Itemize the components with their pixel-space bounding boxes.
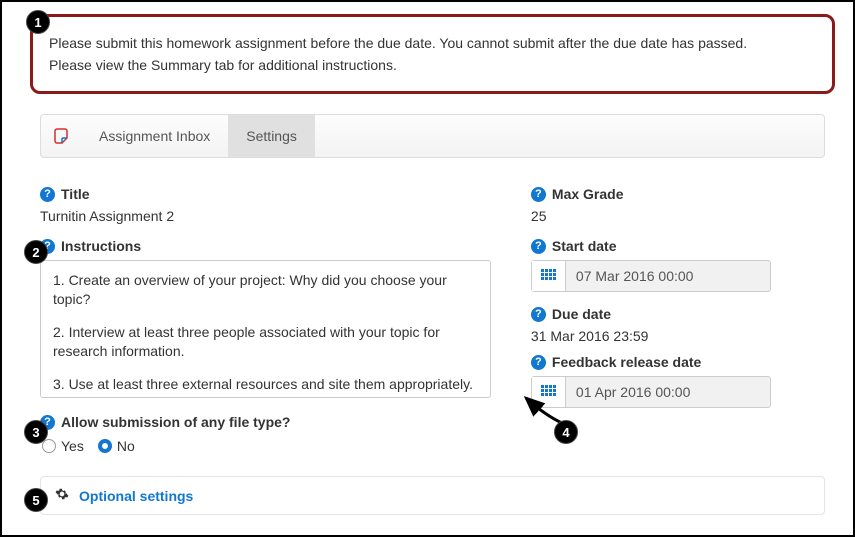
radio-label-no: No	[117, 438, 135, 454]
instructions-label-text: Instructions	[61, 238, 141, 254]
help-icon[interactable]: ?	[531, 355, 546, 370]
tab-assignment-inbox[interactable]: Assignment Inbox	[81, 115, 228, 157]
help-icon[interactable]: ?	[40, 187, 55, 202]
title-label: ? Title	[40, 186, 491, 202]
gear-icon	[55, 487, 69, 504]
instruction-item-1: 1. Create an overview of your project: W…	[53, 271, 478, 309]
instructor-message-line-2: Please view the Summary tab for addition…	[49, 57, 816, 73]
turnitin-logo-icon	[41, 126, 81, 146]
allow-any-file-label-text: Allow submission of any file type?	[61, 414, 290, 430]
optional-settings-bar[interactable]: Optional settings	[40, 476, 825, 515]
due-date-value: 31 Mar 2016 23:59	[531, 328, 825, 344]
due-date-label-text: Due date	[552, 306, 611, 322]
annotation-badge-4: 4	[554, 420, 578, 444]
optional-settings-link[interactable]: Optional settings	[79, 488, 193, 504]
radio-option-yes[interactable]: Yes	[42, 438, 84, 454]
annotation-badge-5: 5	[24, 488, 48, 512]
instructor-message-box: Please submit this homework assignment b…	[30, 14, 835, 94]
max-grade-label: ? Max Grade	[531, 186, 825, 202]
radio-icon	[42, 439, 56, 453]
radio-option-no[interactable]: No	[98, 438, 135, 454]
tab-settings[interactable]: Settings	[228, 115, 315, 157]
instruction-item-3: 3. Use at least three external resources…	[53, 375, 478, 394]
tabs-bar: Assignment Inbox Settings	[40, 114, 825, 158]
calendar-icon[interactable]	[532, 261, 566, 291]
start-date-label: ? Start date	[531, 238, 825, 254]
allow-any-file-radio-group: Yes No	[42, 438, 491, 454]
annotation-badge-2: 2	[24, 240, 48, 264]
start-date-value: 07 Mar 2016 00:00	[566, 268, 770, 284]
instruction-item-2: 2. Interview at least three people assoc…	[53, 323, 478, 361]
annotation-badge-1: 1	[26, 10, 50, 34]
start-date-input[interactable]: 07 Mar 2016 00:00	[531, 260, 771, 292]
due-date-label: ? Due date	[531, 306, 825, 322]
annotation-badge-3: 3	[24, 420, 48, 444]
instructor-message-line-1: Please submit this homework assignment b…	[49, 35, 816, 51]
allow-any-file-label: ? Allow submission of any file type?	[40, 414, 491, 430]
title-value: Turnitin Assignment 2	[40, 208, 491, 224]
title-label-text: Title	[61, 186, 90, 202]
instructions-label: ? Instructions	[40, 238, 491, 254]
radio-icon	[98, 439, 112, 453]
radio-label-yes: Yes	[61, 438, 84, 454]
feedback-date-value: 01 Apr 2016 00:00	[566, 384, 770, 400]
max-grade-value: 25	[531, 208, 825, 224]
help-icon[interactable]: ?	[531, 239, 546, 254]
help-icon[interactable]: ?	[531, 307, 546, 322]
feedback-date-label: ? Feedback release date	[531, 354, 825, 370]
instructions-textarea[interactable]: 1. Create an overview of your project: W…	[40, 260, 491, 398]
start-date-label-text: Start date	[552, 238, 617, 254]
max-grade-label-text: Max Grade	[552, 186, 624, 202]
feedback-date-label-text: Feedback release date	[552, 354, 701, 370]
help-icon[interactable]: ?	[531, 187, 546, 202]
